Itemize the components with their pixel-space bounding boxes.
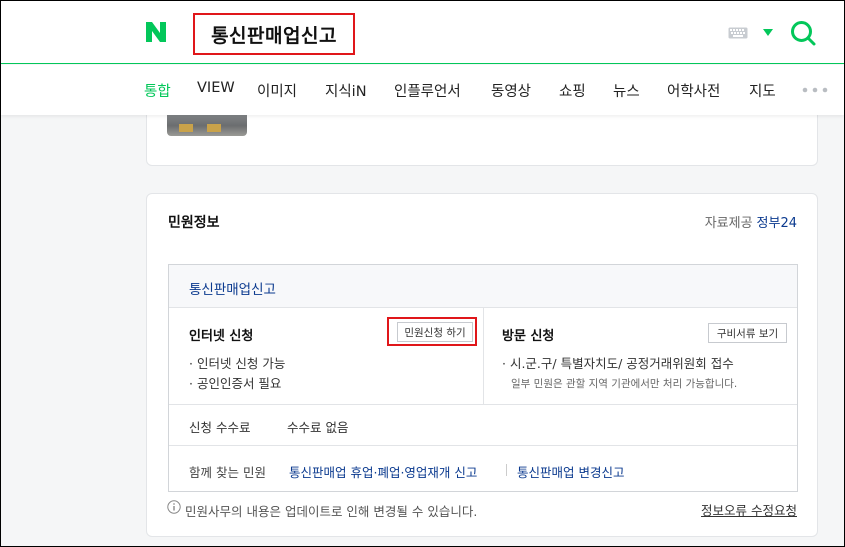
online-bullet: · 인터넷 신청 가능: [189, 356, 286, 371]
data-provider: 자료제공 정부24: [705, 212, 797, 231]
visit-note: 일부 민원은 관할 지역 기관에서만 처리 가능합니다.: [511, 378, 738, 390]
search-icon[interactable]: [789, 19, 817, 47]
online-application: 인터넷 신청 민원신청 하기 · 인터넷 신청 가능 · 공인인증서 필요: [169, 308, 484, 404]
keyboard-icon[interactable]: [728, 27, 748, 39]
tab-view[interactable]: VIEW: [197, 80, 235, 96]
visit-bullet: · 시.군.구/ 특별자치도/ 공정거래위원회 접수: [502, 356, 734, 371]
visit-application: 방문 신청 구비서류 보기 · 시.군.구/ 특별자치도/ 공정거래위원회 접수…: [484, 308, 797, 404]
tab-video[interactable]: 동영상: [491, 80, 531, 101]
tab-shopping[interactable]: 쇼핑: [559, 80, 586, 101]
card-title: 민원정보: [168, 215, 220, 231]
related-row: 함께 찾는 민원 통신판매업 휴업·폐업·영업재개 신고 통신판매업 변경신고: [169, 445, 797, 491]
service-title-link[interactable]: 통신판매업신고: [189, 278, 276, 298]
related-link-closure[interactable]: 통신판매업 휴업·폐업·영업재개 신고: [289, 462, 477, 481]
search-input[interactable]: 통신판매업신고: [193, 13, 355, 55]
related-label: 함께 찾는 민원: [189, 465, 266, 480]
view-documents-button[interactable]: 구비서류 보기: [708, 323, 787, 343]
online-bullet: · 공인인증서 필요: [189, 376, 282, 391]
report-error-link[interactable]: 정보오류 수정요청: [701, 500, 797, 519]
tab-kin[interactable]: 지식iN: [325, 80, 367, 101]
tab-influencer[interactable]: 인플루언서: [394, 80, 461, 101]
online-heading: 인터넷 신청: [189, 329, 254, 344]
tab-dictionary[interactable]: 어학사전: [667, 80, 720, 101]
naver-logo-icon[interactable]: [143, 19, 169, 45]
related-link-change[interactable]: 통신판매업 변경신고: [517, 462, 624, 481]
info-icon: [167, 500, 181, 514]
update-notice: 민원사무의 내용은 업데이트로 인해 변경될 수 있습니다.: [185, 504, 478, 519]
service-title-row: 통신판매업신고: [169, 265, 797, 308]
search-header: 통신판매업신고: [1, 1, 844, 64]
fee-row: 신청 수수료 수수료 없음: [169, 404, 797, 445]
more-icon[interactable]: [802, 87, 828, 93]
service-box: 통신판매업신고 인터넷 신청 민원신청 하기 · 인터넷 신청 가능 · 공인인…: [168, 264, 798, 492]
tab-images[interactable]: 이미지: [257, 80, 297, 101]
provider-link[interactable]: 정부24: [757, 216, 797, 231]
civil-info-card: 민원정보 자료제공 정부24 통신판매업신고 인터넷 신청 민원신청 하기 · 인…: [146, 193, 818, 537]
tab-news[interactable]: 뉴스: [613, 80, 640, 101]
tab-all[interactable]: 통합: [144, 80, 171, 101]
apply-online-button[interactable]: 민원신청 하기: [397, 322, 473, 342]
divider: [506, 464, 507, 476]
fee-value: 수수료 없음: [287, 420, 349, 435]
provider-label: 자료제공: [704, 216, 753, 231]
search-tabs: 통합 VIEW 이미지 지식iN 인플루언서 동영상 쇼핑 뉴스 어학사전 지도: [1, 65, 844, 115]
fee-label: 신청 수수료: [189, 420, 251, 435]
tab-map[interactable]: 지도: [749, 80, 776, 101]
visit-heading: 방문 신청: [502, 329, 555, 344]
chevron-down-icon[interactable]: [763, 29, 773, 36]
